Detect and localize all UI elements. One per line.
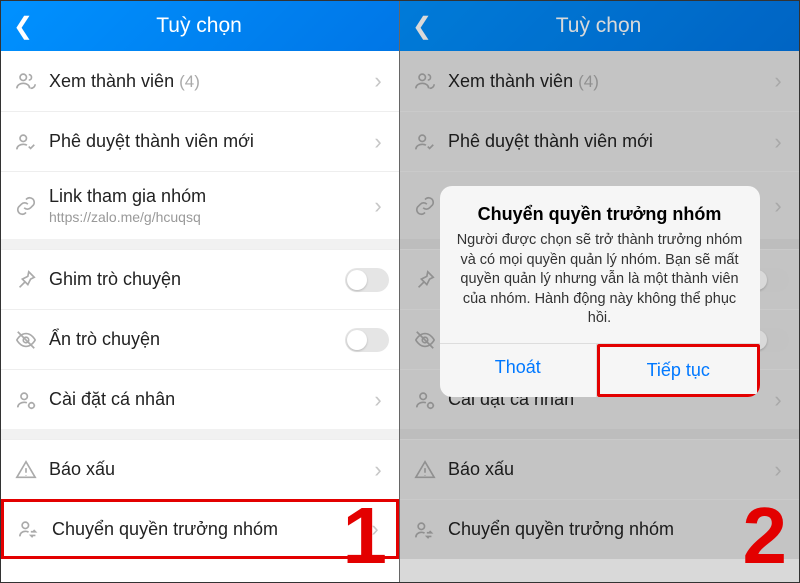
confirm-button[interactable]: Tiếp tục: [597, 344, 760, 397]
chevron-icon: ›: [367, 129, 389, 155]
link-label: Link tham gia nhóm: [49, 186, 206, 206]
transfer-label: Chuyển quyền trưởng nhóm: [52, 519, 364, 540]
approve-icon: [15, 131, 49, 153]
members-icon: [15, 70, 49, 92]
section-gap: [1, 429, 399, 439]
row-transfer-admin[interactable]: Chuyển quyền trưởng nhóm ›: [1, 499, 399, 559]
chevron-icon: ›: [367, 457, 389, 483]
row-approve-members[interactable]: Phê duyệt thành viên mới ›: [1, 111, 399, 171]
row-hide-chat[interactable]: Ẩn trò chuyện: [1, 309, 399, 369]
hide-label: Ẩn trò chuyện: [49, 329, 345, 350]
row-pin-chat[interactable]: Ghim trò chuyện: [1, 249, 399, 309]
dialog-buttons: Thoát Tiếp tục: [440, 343, 760, 397]
row-report[interactable]: Báo xấu ›: [1, 439, 399, 499]
dialog-message: Người được chọn sẽ trở thành trưởng nhóm…: [456, 231, 744, 329]
section-gap: [1, 239, 399, 249]
row-view-members[interactable]: Xem thành viên (4) ›: [1, 51, 399, 111]
link-url: https://zalo.me/g/hcuqsq: [49, 209, 367, 225]
approve-label: Phê duyệt thành viên mới: [49, 131, 367, 152]
step-number-1: 1: [343, 496, 388, 576]
report-icon: [15, 459, 49, 481]
hide-icon: [15, 329, 49, 351]
members-count: (4): [179, 72, 200, 91]
report-label: Báo xấu: [49, 459, 367, 480]
options-list: Xem thành viên (4) › Phê duyệt thành viê…: [1, 51, 399, 559]
personal-label: Cài đặt cá nhân: [49, 389, 367, 410]
hide-toggle[interactable]: [345, 328, 389, 352]
chevron-icon: ›: [367, 68, 389, 94]
chevron-icon: ›: [367, 387, 389, 413]
cancel-button[interactable]: Thoát: [440, 344, 598, 397]
row-group-link[interactable]: Link tham gia nhóm https://zalo.me/g/hcuq…: [1, 171, 399, 239]
transfer-icon: [18, 518, 52, 540]
personal-icon: [15, 389, 49, 411]
pane-step-1: ❮ Tuỳ chọn Xem thành viên (4) › Phê duyệ…: [1, 1, 400, 582]
link-icon: [15, 195, 49, 217]
header: ❮ Tuỳ chọn: [1, 1, 399, 51]
pin-label: Ghim trò chuyện: [49, 269, 345, 290]
chevron-icon: ›: [367, 193, 389, 219]
comparison-container: ❮ Tuỳ chọn Xem thành viên (4) › Phê duyệ…: [0, 0, 800, 583]
dialog-title: Chuyển quyền trưởng nhóm: [456, 204, 744, 225]
row-personal-settings[interactable]: Cài đặt cá nhân ›: [1, 369, 399, 429]
view-members-label: Xem thành viên: [49, 71, 174, 91]
step-number-2: 2: [743, 496, 788, 576]
pin-toggle[interactable]: [345, 268, 389, 292]
pin-icon: [15, 269, 49, 291]
header-title: Tuỳ chọn: [11, 14, 387, 38]
confirm-dialog: Chuyển quyền trưởng nhóm Người được chọn…: [440, 186, 760, 397]
modal-overlay: Chuyển quyền trưởng nhóm Người được chọn…: [400, 1, 799, 582]
pane-step-2: ❮ Tuỳ chọn Xem thành viên (4) › Phê duyệ…: [400, 1, 799, 582]
